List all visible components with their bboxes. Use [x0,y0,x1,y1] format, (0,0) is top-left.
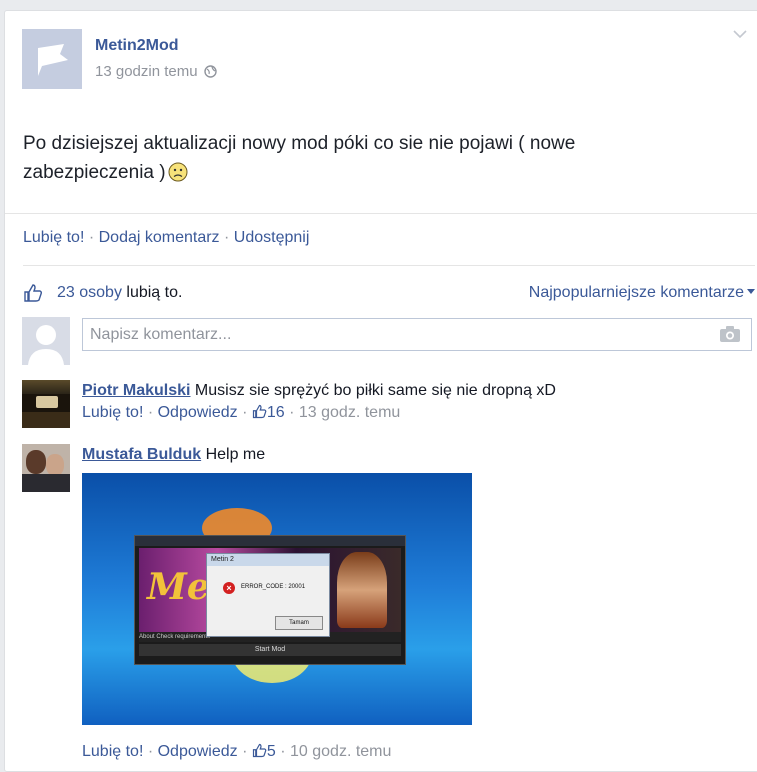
comment-like-count[interactable]: 16 [267,404,285,421]
dialog-message: ERROR_CODE : 20001 [241,584,306,590]
comment-meta: Lubię to! · Odpowiedz · 16 · 13 godz. te… [82,404,401,421]
comment-line: Mustafa Bulduk Help me [82,444,265,466]
comment-sort-dropdown[interactable]: Najpopularniejsze komentarze [529,284,755,302]
separator: · [219,229,234,246]
comment-reply-link[interactable]: Odpowiedz [158,404,238,421]
likes-count: 23 osoby lubią to. [57,284,182,302]
likes-row: 23 osoby lubią to. Najpopularniejsze kom… [23,283,755,305]
comment-author[interactable]: Mustafa Bulduk [82,446,201,463]
page-name[interactable]: Metin2Mod [95,37,179,55]
game-titlebar [135,536,405,546]
avatar-clothes [22,474,70,492]
comment-input[interactable] [83,319,710,350]
likes-suffix: lubią to. [121,284,183,301]
avatar-person-shape [26,450,46,474]
comment-like-link[interactable]: Lubię to! [82,743,143,760]
error-dialog: Metin 2 × ERROR_CODE : 20001 Tamam [206,553,330,637]
comment-body: Mustafa Bulduk Help me [82,444,265,466]
comment-attachment-image[interactable]: Me About Check requirements Start Mod Me… [82,473,472,725]
comment-like-link[interactable]: Lubię to! [82,404,143,421]
post-text-content: Po dzisiejszej aktualizacji nowy mod pók… [23,133,576,183]
game-logo: Me [147,566,210,608]
add-comment-link[interactable]: Dodaj komentarz [99,229,220,246]
post-time[interactable]: 13 godzin temu [95,63,217,80]
error-icon: × [223,582,235,594]
chevron-down-icon[interactable] [732,29,748,39]
avatar-bg [22,380,70,394]
share-link[interactable]: Udostępnij [234,229,310,246]
comment-meta: Lubię to! · Odpowiedz · 5 · 10 godz. tem… [82,743,392,760]
caret-down-icon [747,289,755,294]
dialog-title: Metin 2 [207,554,329,566]
post-text: Po dzisiejszej aktualizacji nowy mod pók… [23,129,663,187]
comment-line: Piotr Makulski Musisz sie sprężyć bo pił… [82,380,556,402]
separator: · [84,229,99,246]
game-start-button: Start Mod [139,644,401,656]
comment-author[interactable]: Piotr Makulski [82,382,190,399]
thumbs-up-icon [252,743,267,758]
avatar-face-shape [46,454,64,476]
default-user-icon [28,325,64,365]
like-link[interactable]: Lubię to! [23,229,84,246]
commenter-avatar[interactable] [22,380,70,428]
post-time-text[interactable]: 13 godzin temu [95,63,198,80]
camera-icon[interactable] [719,325,741,343]
comment-time[interactable]: 13 godz. temu [299,404,400,421]
comment-time[interactable]: 10 godz. temu [290,743,391,760]
thumbs-up-icon [24,284,43,302]
comment-reply-link[interactable]: Odpowiedz [158,743,238,760]
comment-like-count[interactable]: 5 [267,743,276,760]
divider [5,213,757,214]
flag-icon [38,44,68,76]
comment-text: Help me [201,446,266,463]
current-user-avatar[interactable] [22,317,70,365]
game-character [337,552,387,628]
page-avatar[interactable] [22,29,82,89]
thumbs-up-icon [252,404,267,419]
commenter-avatar[interactable] [22,444,70,492]
divider [23,265,755,266]
avatar-car-shape [36,396,58,408]
sad-face-icon [168,162,188,182]
comment-input-box[interactable] [82,318,752,351]
globe-icon [203,65,217,78]
likes-people-link[interactable]: 23 osoby [57,284,122,301]
post-actions: Lubię to! · Dodaj komentarz · Udostępnij [23,229,309,247]
comment-body: Piotr Makulski Musisz sie sprężyć bo pił… [82,380,556,424]
sort-label: Najpopularniejsze komentarze [528,284,744,301]
avatar-ground [22,412,70,428]
dialog-ok-button: Tamam [275,616,323,630]
comment-text: Musisz sie sprężyć bo piłki same się nie… [190,382,556,399]
post-card: Metin2Mod 13 godzin temu Po dzisiejszej … [4,10,757,772]
